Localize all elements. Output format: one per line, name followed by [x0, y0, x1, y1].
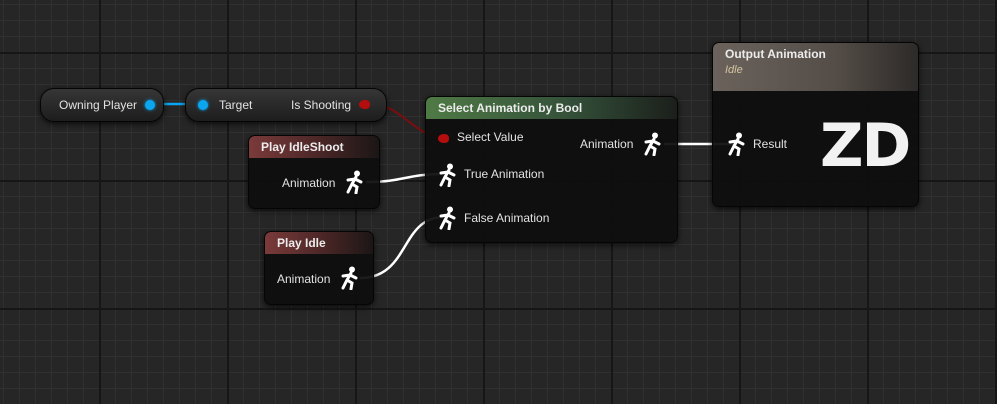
true-animation-label: True Animation	[464, 167, 545, 181]
running-figure-icon[interactable]	[338, 266, 360, 290]
play-idle-output-label: Animation	[277, 272, 331, 286]
output-animation-title: Output Animation	[725, 47, 826, 61]
running-figure-icon[interactable]	[725, 132, 747, 156]
running-figure-icon[interactable]	[436, 163, 458, 187]
owning-player-label: Owning Player	[59, 98, 138, 112]
running-figure-icon[interactable]	[343, 170, 365, 194]
false-animation-label: False Animation	[464, 211, 550, 225]
running-figure-icon[interactable]	[641, 132, 663, 156]
owning-player-node[interactable]: Owning Player	[40, 88, 164, 122]
output-animation-header: Output Animation Idle	[713, 43, 918, 91]
is-shooting-output-pin[interactable]	[359, 100, 370, 109]
target-input-pin[interactable]	[198, 100, 208, 110]
zd-logo: ZD	[820, 111, 911, 181]
select-value-label: Select Value	[457, 130, 524, 144]
select-animation-title: Select Animation by Bool	[426, 97, 677, 119]
result-label: Result	[753, 137, 788, 151]
select-animation-node[interactable]: Select Animation by Bool Select Value Tr…	[425, 96, 678, 243]
play-idleshoot-title: Play IdleShoot	[249, 136, 379, 158]
play-idle-node[interactable]: Play Idle Animation	[264, 231, 374, 305]
output-animation-node[interactable]: Output Animation Idle Result ZD	[712, 42, 919, 207]
is-shooting-node[interactable]: Target Is Shooting	[185, 88, 387, 122]
owning-player-output-pin[interactable]	[145, 100, 155, 110]
target-label: Target	[219, 98, 253, 112]
is-shooting-label: Is Shooting	[291, 98, 352, 112]
running-figure-icon[interactable]	[436, 206, 458, 230]
play-idle-title: Play Idle	[265, 232, 373, 254]
output-animation-subtitle: Idle	[725, 64, 743, 76]
play-idleshoot-output-label: Animation	[282, 176, 336, 190]
play-idleshoot-node[interactable]: Play IdleShoot Animation	[248, 135, 380, 209]
select-value-pin[interactable]	[438, 134, 449, 143]
select-output-label: Animation	[580, 137, 634, 151]
